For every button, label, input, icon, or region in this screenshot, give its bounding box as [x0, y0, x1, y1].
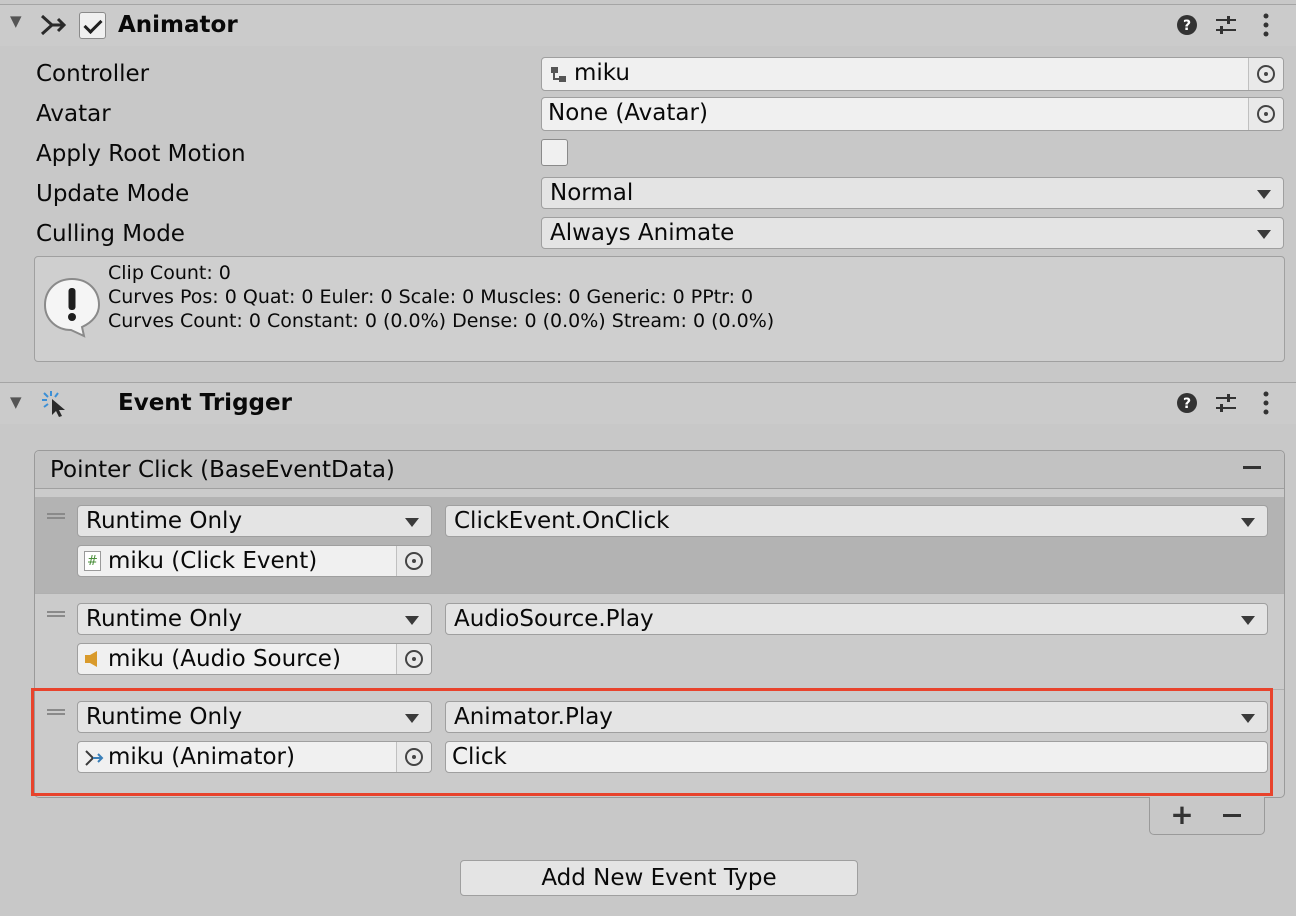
update-mode-value: Normal: [550, 180, 634, 206]
target-object-field[interactable]: miku (Click Event) #: [77, 545, 432, 577]
drag-handle-icon[interactable]: [47, 513, 65, 519]
drag-handle-icon[interactable]: [47, 611, 65, 617]
add-new-event-type-button[interactable]: Add New Event Type: [460, 860, 858, 896]
chevron-down-icon: [1241, 518, 1255, 527]
event-trigger-icon: [42, 391, 65, 417]
chevron-down-icon: [1257, 190, 1271, 199]
culling-mode-label: Culling Mode: [36, 221, 185, 247]
svg-text:?: ?: [1183, 396, 1191, 412]
more-options-icon[interactable]: [1258, 12, 1274, 38]
info-curves-count: Curves Count: 0 Constant: 0 (0.0%) Dense…: [108, 310, 775, 332]
animator-icon: [40, 14, 67, 36]
chevron-down-icon: [405, 616, 419, 625]
help-icon[interactable]: ?: [1176, 392, 1198, 414]
highlight-box: [31, 688, 1273, 796]
function-dropdown[interactable]: AudioSource.Play: [445, 603, 1268, 635]
object-picker-icon[interactable]: [396, 546, 431, 576]
chevron-down-icon: [1241, 616, 1255, 625]
warning-icon: [43, 277, 101, 338]
event-trigger-title: Event Trigger: [118, 390, 292, 416]
avatar-value: None (Avatar): [548, 100, 708, 126]
info-curves-pos: Curves Pos: 0 Quat: 0 Euler: 0 Scale: 0 …: [108, 286, 754, 308]
presets-icon[interactable]: [1214, 392, 1238, 414]
controller-field[interactable]: miku: [541, 57, 1284, 91]
help-icon[interactable]: ?: [1176, 14, 1198, 36]
list-footer: [1149, 797, 1265, 835]
remove-event-type-button[interactable]: [1243, 466, 1261, 469]
event-trigger-foldout-arrow[interactable]: ▼: [10, 393, 22, 411]
function-value: ClickEvent.OnClick: [454, 508, 670, 534]
apply-root-motion-checkbox[interactable]: [541, 139, 568, 166]
avatar-label: Avatar: [36, 101, 111, 127]
target-value: miku (Audio Source): [108, 646, 341, 672]
object-picker-icon[interactable]: [1248, 98, 1283, 130]
culling-mode-value: Always Animate: [550, 220, 735, 246]
object-picker-icon[interactable]: [1248, 58, 1283, 90]
event-type-label: Pointer Click (BaseEventData): [50, 457, 395, 483]
call-mode-dropdown[interactable]: Runtime Only: [77, 505, 432, 537]
function-value: AudioSource.Play: [454, 606, 654, 632]
add-entry-button[interactable]: +: [1170, 798, 1194, 832]
culling-mode-dropdown[interactable]: Always Animate: [541, 217, 1284, 249]
script-icon: #: [84, 551, 101, 571]
call-mode-value: Runtime Only: [86, 606, 243, 632]
update-mode-label: Update Mode: [36, 181, 190, 207]
remove-entry-button[interactable]: [1223, 814, 1241, 817]
controller-value: miku: [574, 60, 630, 86]
avatar-field[interactable]: None (Avatar): [541, 97, 1284, 131]
object-picker-icon[interactable]: [396, 644, 431, 674]
function-dropdown[interactable]: ClickEvent.OnClick: [445, 505, 1268, 537]
audio-source-icon: [85, 651, 97, 667]
target-object-field[interactable]: miku (Audio Source): [77, 643, 432, 675]
animator-controller-icon: [551, 67, 566, 82]
info-clip-count: Clip Count: 0: [108, 262, 231, 284]
update-mode-dropdown[interactable]: Normal: [541, 177, 1284, 209]
more-options-icon[interactable]: [1258, 390, 1274, 416]
chevron-down-icon: [405, 518, 419, 527]
controller-label: Controller: [36, 61, 150, 87]
apply-root-motion-label: Apply Root Motion: [36, 141, 246, 167]
svg-text:?: ?: [1183, 18, 1191, 34]
target-value: miku (Click Event): [108, 548, 318, 574]
call-mode-dropdown[interactable]: Runtime Only: [77, 603, 432, 635]
animator-foldout-arrow[interactable]: ▼: [10, 12, 22, 30]
animator-title: Animator: [118, 12, 238, 38]
animator-enabled-checkbox[interactable]: [79, 12, 106, 39]
chevron-down-icon: [1257, 230, 1271, 239]
presets-icon[interactable]: [1214, 14, 1238, 36]
call-mode-value: Runtime Only: [86, 508, 243, 534]
